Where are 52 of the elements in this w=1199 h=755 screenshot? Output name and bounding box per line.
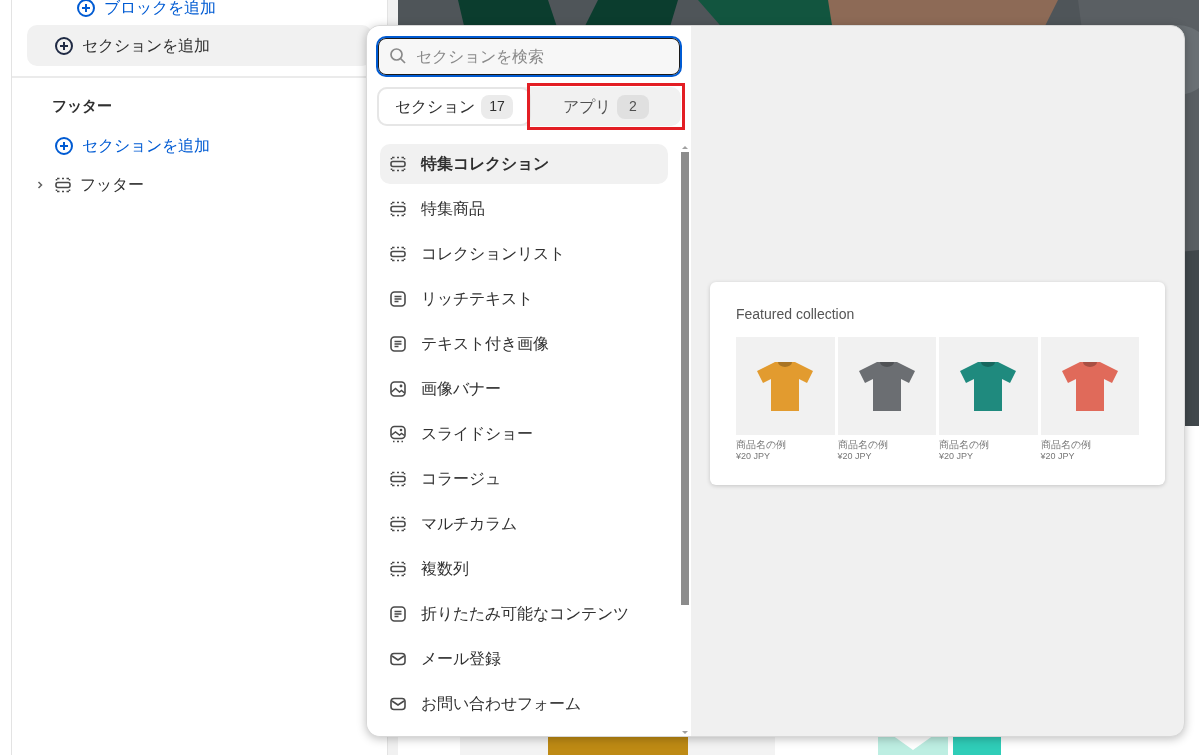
- tab[interactable]: セクション 17: [377, 87, 531, 126]
- scroll-up-icon[interactable]: [681, 144, 689, 150]
- add-section-button[interactable]: セクションを追加: [27, 25, 372, 66]
- section-heading: フッター: [51, 96, 113, 116]
- add-block-link[interactable]: ブロックを追加: [76, 0, 216, 20]
- section-icon: [389, 560, 407, 578]
- tree-item[interactable]: フッター: [34, 172, 144, 197]
- section-option[interactable]: 折りたたみ可能なコンテンツ: [380, 594, 668, 634]
- count-badge: 17: [481, 94, 513, 119]
- section-icon: [389, 515, 407, 533]
- section-icon: [389, 200, 407, 218]
- product-price: ¥20 JPY: [837, 451, 873, 462]
- preview-title: Featured collection: [736, 305, 856, 324]
- section-option[interactable]: コラージュ: [380, 459, 668, 499]
- section-option[interactable]: 特集商品: [380, 189, 668, 229]
- section-option[interactable]: 複数列: [380, 549, 668, 589]
- slideshow-icon: [389, 425, 407, 443]
- plus-circle-icon: [54, 135, 74, 156]
- section-icon: [389, 470, 407, 488]
- section-option[interactable]: リッチテキスト: [380, 279, 668, 319]
- section-option[interactable]: コレクションリスト: [380, 234, 668, 274]
- section-icon: [389, 245, 407, 263]
- text-block-icon: [389, 290, 407, 308]
- section-option[interactable]: お問い合わせフォーム: [380, 684, 668, 724]
- product-name: 商品名の例: [939, 439, 990, 451]
- product-price: ¥20 JPY: [736, 451, 772, 462]
- image-icon: [389, 380, 407, 398]
- section-option[interactable]: メール登録: [380, 639, 668, 679]
- envelope-icon: [389, 695, 407, 713]
- section-option[interactable]: 特集コレクション: [380, 144, 668, 184]
- plus-circle-icon: [54, 35, 74, 56]
- product-name: 商品名の例: [1040, 439, 1092, 451]
- search-icon: [389, 47, 407, 65]
- footer-icon: [54, 175, 72, 194]
- section-option[interactable]: テキスト付き画像: [380, 324, 668, 364]
- envelope-icon: [389, 650, 407, 668]
- tab[interactable]: アプリ 2: [531, 87, 681, 126]
- product-name: 商品名の例: [736, 439, 787, 451]
- section-option[interactable]: スライドショー: [380, 414, 668, 454]
- product-price: ¥20 JPY: [1040, 451, 1076, 462]
- section-option[interactable]: 画像バナー: [380, 369, 668, 409]
- scrollbar[interactable]: [680, 144, 689, 736]
- text-block-icon: [389, 335, 407, 353]
- add-section-link[interactable]: セクションを追加: [54, 133, 210, 158]
- section-option[interactable]: マルチカラム: [380, 504, 668, 544]
- product-price: ¥20 JPY: [939, 451, 975, 462]
- search-field[interactable]: セクションを検索: [376, 36, 682, 77]
- product-name: 商品名の例: [837, 439, 889, 451]
- scroll-down-icon[interactable]: [681, 730, 689, 736]
- text-block-icon: [389, 605, 407, 623]
- section-icon: [389, 155, 407, 173]
- count-badge: 2: [617, 94, 649, 119]
